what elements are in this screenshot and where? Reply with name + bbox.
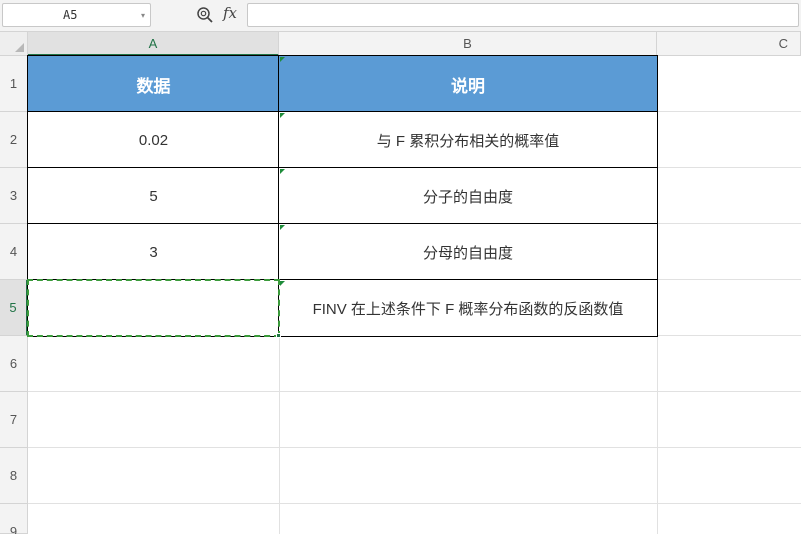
column-header-b[interactable]: B bbox=[279, 32, 657, 56]
select-all-triangle-icon bbox=[15, 43, 24, 52]
cell-a3[interactable]: 5 bbox=[28, 168, 279, 224]
row-header-7[interactable]: 7 bbox=[0, 392, 28, 448]
grid-line bbox=[28, 391, 801, 392]
select-all-corner[interactable] bbox=[0, 32, 28, 56]
row-header-6[interactable]: 6 bbox=[0, 336, 28, 392]
formula-bar: A5 ▾ fx bbox=[0, 0, 801, 32]
row-header-1[interactable]: 1 bbox=[0, 56, 28, 112]
grid-line bbox=[28, 447, 801, 448]
row-header-2[interactable]: 2 bbox=[0, 112, 28, 168]
fx-icon[interactable]: fx bbox=[223, 4, 237, 22]
cell-b4[interactable]: 分母的自由度 bbox=[279, 224, 657, 280]
text-indicator-icon bbox=[280, 113, 285, 118]
cell-b3[interactable]: 分子的自由度 bbox=[279, 168, 657, 224]
text-indicator-icon bbox=[280, 169, 285, 174]
fill-handle[interactable] bbox=[276, 333, 281, 338]
text-indicator-icon bbox=[280, 281, 285, 286]
row-header-3[interactable]: 3 bbox=[0, 168, 28, 224]
name-box[interactable]: A5 ▾ bbox=[2, 3, 151, 27]
text-indicator-icon bbox=[280, 225, 285, 230]
column-header-a[interactable]: A bbox=[28, 32, 279, 56]
row-header-8[interactable]: 8 bbox=[0, 448, 28, 504]
grid-line bbox=[28, 503, 801, 504]
cell-a4[interactable]: 3 bbox=[28, 224, 279, 280]
cell-a2[interactable]: 0.02 bbox=[28, 112, 279, 168]
cell-a5[interactable] bbox=[28, 280, 279, 336]
cell-a1[interactable]: 数据 bbox=[28, 56, 279, 112]
name-box-value: A5 bbox=[63, 8, 78, 22]
cell-b1[interactable]: 说明 bbox=[279, 56, 657, 112]
chevron-down-icon[interactable]: ▾ bbox=[141, 11, 145, 20]
grid-line bbox=[657, 56, 658, 534]
formula-input[interactable] bbox=[247, 3, 799, 27]
row-header-5[interactable]: 5 bbox=[0, 280, 28, 336]
cell-b5[interactable]: FINV 在上述条件下 F 概率分布函数的反函数值 bbox=[279, 280, 657, 336]
text-indicator-icon bbox=[280, 57, 285, 62]
row-header-9[interactable]: 9 bbox=[0, 504, 28, 534]
zoom-search-icon[interactable] bbox=[196, 6, 214, 24]
row-header-4[interactable]: 4 bbox=[0, 224, 28, 280]
cell-b2[interactable]: 与 F 累积分布相关的概率值 bbox=[279, 112, 657, 168]
column-header-c[interactable]: C bbox=[657, 32, 801, 56]
